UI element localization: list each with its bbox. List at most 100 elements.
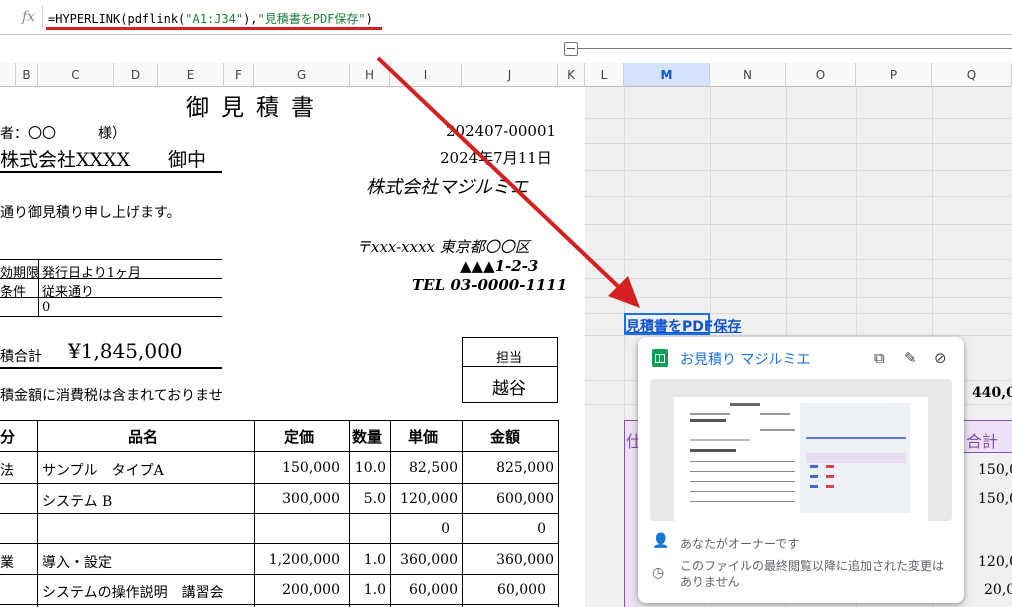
edit-icon[interactable]: ✎ — [904, 349, 917, 367]
row-qty: 10.0 — [354, 460, 386, 476]
client-underline — [0, 171, 222, 173]
column-header[interactable]: D — [114, 63, 158, 87]
table-border — [0, 543, 558, 544]
grid-line — [585, 297, 1012, 298]
total-underline — [0, 367, 222, 369]
table-border — [0, 420, 558, 421]
row-kubun: 法 — [0, 463, 14, 479]
collapse-group-button[interactable] — [564, 42, 578, 56]
tax-note: 積金額に消費税は含まれておりませ — [0, 388, 223, 404]
file-thumbnail[interactable] — [650, 379, 952, 521]
formula-underline-annotation — [46, 27, 382, 30]
column-header-A[interactable] — [0, 63, 16, 87]
column-header[interactable]: C — [38, 63, 114, 87]
row-amount: 825,000 — [496, 460, 554, 476]
thumbnail-image — [674, 397, 928, 521]
header-kubun: 分 — [0, 428, 16, 446]
table-border — [0, 574, 558, 575]
table-border — [0, 451, 558, 452]
column-header[interactable]: I — [390, 63, 462, 87]
link-preview-popup: お見積り マジルミエ ⧉ ✎ ⊘ 👤 あなたがオーナーです ◷ このファイルの最… — [638, 337, 964, 603]
owner-icon: 👤 — [652, 533, 670, 549]
formula-part: =HYPERLINK(pdflink( — [48, 12, 186, 26]
validity-label: 効期限 — [0, 266, 40, 281]
popup-file-title[interactable]: お見積り マジルミエ — [680, 349, 810, 369]
column-header[interactable]: L — [585, 63, 624, 87]
staff-label: 担当 — [496, 351, 523, 366]
grid-line — [585, 196, 1012, 197]
formula-string: "A1:J34" — [185, 12, 244, 26]
total-label: 積合計 — [0, 349, 42, 365]
row-list-price: 1,200,000 — [268, 552, 340, 568]
grid-line — [585, 278, 1012, 279]
column-header[interactable]: H — [350, 63, 390, 87]
right-value: 150,0 — [978, 491, 1012, 507]
sheets-icon — [652, 349, 668, 367]
table-border — [254, 420, 255, 607]
condition-border — [0, 259, 222, 260]
recipient-label: 者：〇〇 様） — [0, 126, 126, 142]
row-list-price: 150,000 — [282, 460, 340, 476]
grid-line — [585, 170, 1012, 171]
right-value: 20,0 — [984, 582, 1012, 598]
client-honorific: 御中 — [168, 149, 207, 171]
right-value-440: 440,0 — [972, 385, 1012, 401]
issuer-company: 株式会社マジルミエ — [366, 177, 528, 198]
history-icon: ◷ — [652, 565, 665, 581]
grid-line — [585, 118, 1012, 119]
quote-date: 2024年7月11日 — [440, 149, 552, 167]
validity-value: 発行日より1ヶ月 — [42, 266, 142, 281]
quote-number: 202407-00001 — [446, 122, 557, 140]
column-header[interactable]: K — [558, 63, 585, 87]
column-header[interactable]: J — [462, 63, 558, 87]
column-header[interactable]: F — [224, 63, 254, 87]
row-amount: 0 — [537, 521, 546, 537]
pdf-save-link[interactable]: 見積書をPDF保存 — [626, 316, 741, 336]
row-kubun: 業 — [0, 555, 14, 571]
column-header[interactable]: O — [786, 63, 856, 87]
row-qty: 1.0 — [363, 582, 386, 598]
row-unit: 0 — [441, 521, 450, 537]
row-amount: 360,000 — [496, 552, 554, 568]
condition-border — [0, 316, 222, 317]
unlink-icon[interactable]: ⊘ — [934, 349, 947, 367]
column-header[interactable]: N — [710, 63, 786, 87]
row-name: システム B — [42, 494, 113, 510]
column-header[interactable]: B — [16, 63, 38, 87]
column-header[interactable]: E — [158, 63, 224, 87]
owner-text: あなたがオーナーです — [680, 537, 800, 551]
table-border — [349, 420, 350, 607]
column-header-selected[interactable]: M — [624, 63, 710, 87]
header-unit: 単価 — [408, 428, 439, 446]
purple-header-right-text: 合計 — [966, 432, 999, 451]
header-name: 品名 — [128, 428, 159, 446]
change-text-line2: ありません — [680, 575, 740, 589]
header-list-price: 定価 — [284, 428, 315, 446]
column-group-bar — [0, 35, 1012, 63]
greeting-text: 通り御見積り申し上げます。 — [0, 205, 181, 221]
table-border — [37, 420, 38, 607]
quote-title: 御見積書 — [186, 95, 326, 121]
condition-zero: 0 — [42, 300, 51, 315]
column-header[interactable]: Q — [932, 63, 1012, 87]
copy-icon[interactable]: ⧉ — [874, 349, 885, 367]
formula-part: ) — [365, 12, 373, 26]
column-header[interactable]: G — [254, 63, 350, 87]
formula-input[interactable]: =HYPERLINK(pdflink("A1:J34"),"見積書をPDF保存"… — [48, 10, 373, 27]
purple-border — [624, 420, 625, 607]
table-border — [0, 483, 558, 484]
formula-separator — [42, 6, 43, 28]
row-name: サンプル タイプA — [42, 463, 164, 479]
staff-divider — [462, 366, 558, 367]
row-list-price: 200,000 — [282, 582, 340, 598]
row-qty: 5.0 — [363, 491, 386, 507]
group-line — [578, 48, 1012, 49]
row-unit: 82,500 — [409, 460, 458, 476]
terms-value: 従来通り — [42, 285, 95, 300]
row-amount: 600,000 — [496, 491, 554, 507]
column-header[interactable]: P — [856, 63, 932, 87]
change-text-line1: このファイルの最終閲覧以降に追加された変更は — [680, 559, 945, 573]
header-qty: 数量 — [352, 428, 383, 446]
formula-part: ), — [243, 12, 258, 26]
table-border — [558, 420, 559, 607]
